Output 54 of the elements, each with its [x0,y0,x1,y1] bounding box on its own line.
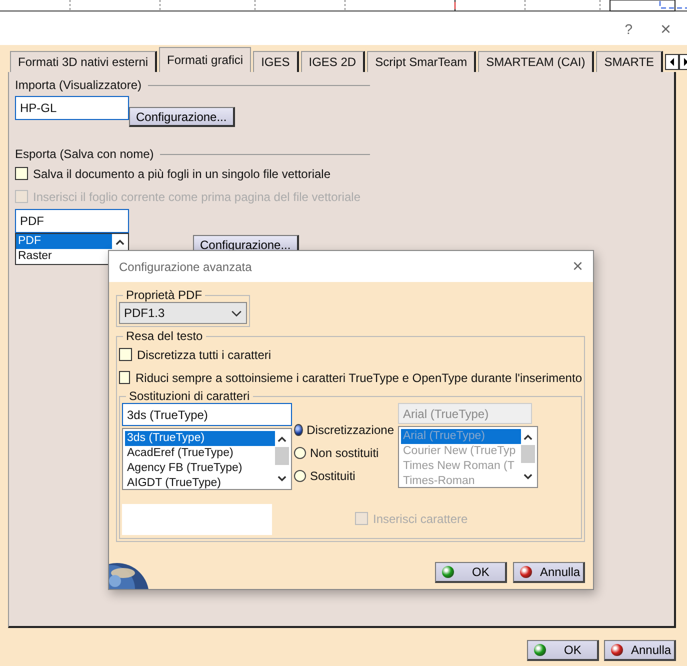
tab[interactable]: SMARTEAM (CAI) [478,51,594,72]
version-dropdown[interactable]: PDF1.3 [119,302,247,324]
scroll-down-icon[interactable] [522,472,534,482]
scroll-left-icon[interactable] [665,54,680,70]
checkbox[interactable] [15,167,28,180]
radio-button[interactable] [294,424,303,436]
ok-button[interactable]: OK [527,640,599,661]
list-box[interactable]: 3ds (TrueType) AcadEref (TrueType) Agency FB (TrueType) AIGDT (TrueType) [122,428,292,490]
section-title: Importa (Visualizzatore) [15,78,142,92]
scroll-up-icon[interactable] [522,432,534,442]
radio-label: Non sostituiti [310,446,379,460]
scroll-down-icon[interactable] [276,474,288,484]
list-item[interactable]: Raster [16,249,112,264]
checkbox-label: Inserisci il foglio corrente come prima pagina del file vettoriale [33,190,360,204]
list-item[interactable]: Agency FB (TrueType) [125,461,275,476]
radio-label: Discretizzazione [306,422,394,436]
configure-button[interactable]: Configurazione... [129,107,235,127]
group-title: Proprietà PDF [125,288,204,302]
close-button[interactable]: × [660,20,671,38]
radio-button[interactable] [294,470,306,482]
list-item[interactable]: PDF [16,234,112,249]
ok-button[interactable]: OK [435,562,507,583]
group-title: Sostituzioni di caratteri [128,389,251,403]
tab[interactable]: Formati grafici [159,47,252,72]
tab[interactable]: IGES [253,51,299,72]
tab[interactable]: IGES 2D [300,51,366,72]
checkbox-label: Discretizza tutti i caratteri [137,348,272,362]
help-button[interactable]: ? [624,22,632,36]
scroll-up-icon[interactable] [276,434,288,444]
checkbox-label: Inserisci carattere [373,512,468,526]
scroll-up-icon[interactable] [114,237,126,247]
list-item[interactable]: AIGDT (TrueType) [125,476,275,491]
checkbox[interactable] [119,348,132,361]
chevron-down-icon[interactable] [231,310,242,316]
tab[interactable]: SMARTE [596,51,664,72]
scroll-thumb[interactable] [275,447,289,465]
list-item[interactable]: 3ds (TrueType) [125,431,275,446]
radio-label: Sostituiti [310,468,356,482]
cancel-button[interactable]: Annulla [604,640,676,661]
list-item[interactable]: AcadEref (TrueType) [125,446,275,461]
checkbox-label: Riduci sempre a sottoinsieme i caratteri TrueType e OpenType durante l'inserimento [135,370,582,384]
tab[interactable]: Formati 3D nativi esterni [10,51,158,72]
cancel-button[interactable]: Annulla [513,562,585,583]
section-title: Esporta (Salva con nome) [15,147,154,161]
checkbox[interactable] [119,371,130,384]
close-button[interactable]: × [572,256,583,277]
radio-button[interactable] [294,446,306,458]
group-title: Resa del testo [125,329,204,343]
checkbox-label: Salva il documento a più fogli in un singolo file vettoriale [33,166,331,180]
format-field[interactable]: PDF [15,209,129,233]
font-field[interactable]: 3ds (TrueType) [122,403,292,426]
tab[interactable]: Script SmarTeam [367,51,476,72]
format-field[interactable]: HP-GL [15,96,129,120]
scroll-thumb[interactable] [521,445,535,463]
